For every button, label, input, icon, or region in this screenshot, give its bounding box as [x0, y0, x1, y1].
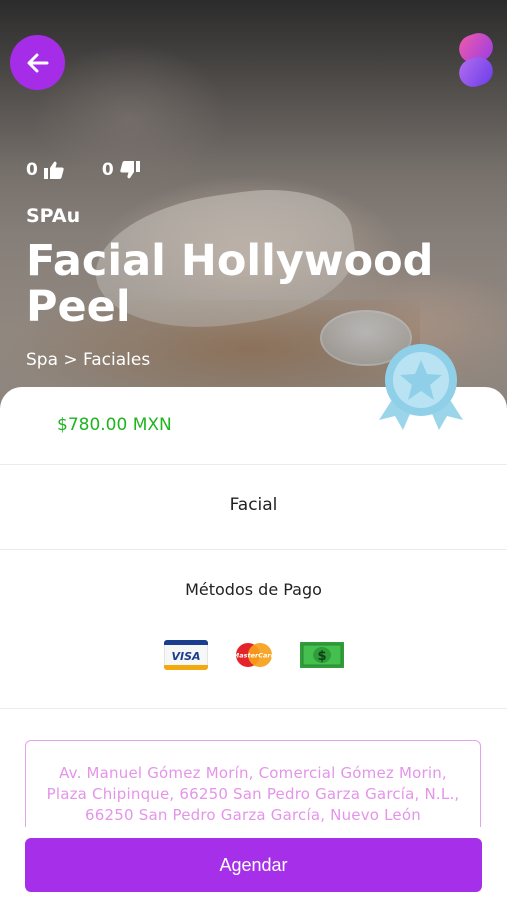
divider	[0, 464, 507, 465]
divider	[0, 549, 507, 550]
like-button[interactable]: 0	[26, 160, 64, 180]
address-field[interactable]: Av. Manuel Gómez Morín, Comercial Gómez …	[25, 740, 481, 827]
service-detail-screen: 0 0 SPAu Facial Hollywood Peel Spa > Fac…	[0, 0, 507, 900]
payment-methods-list: VISA MasterCard $	[164, 640, 344, 670]
award-ribbon-icon	[379, 344, 463, 430]
svg-text:MasterCard: MasterCard	[233, 652, 276, 660]
arrow-left-icon	[27, 53, 48, 72]
back-button[interactable]	[10, 35, 65, 90]
mastercard-icon: MasterCard	[233, 643, 276, 667]
schedule-button[interactable]: Agendar	[25, 838, 482, 892]
votes-row: 0 0	[26, 160, 140, 180]
cash-icon: $	[300, 642, 344, 668]
svg-text:VISA: VISA	[171, 650, 200, 663]
thumbs-down-icon	[119, 161, 140, 179]
category-label: Facial	[229, 495, 278, 515]
price-label: $780.00 MXN	[57, 415, 172, 435]
dislike-button[interactable]: 0	[102, 160, 140, 180]
app-logo-s-icon	[459, 33, 493, 87]
thumbs-up-icon	[43, 161, 64, 179]
address-text: Av. Manuel Gómez Morín, Comercial Gómez …	[46, 764, 460, 824]
likes-count: 0	[26, 160, 38, 180]
breadcrumb[interactable]: Spa > Faciales	[26, 350, 150, 370]
page-title: Facial Hollywood Peel	[26, 236, 434, 332]
detail-sheet: $780.00 MXN Facial Métodos de Pago VISA …	[0, 387, 507, 827]
visa-card-icon: VISA	[164, 640, 208, 670]
dislikes-count: 0	[101, 160, 114, 180]
provider-name: SPAu	[26, 205, 81, 227]
divider	[0, 708, 507, 709]
svg-text:$: $	[317, 649, 326, 664]
payment-methods-title: Métodos de Pago	[185, 580, 322, 599]
